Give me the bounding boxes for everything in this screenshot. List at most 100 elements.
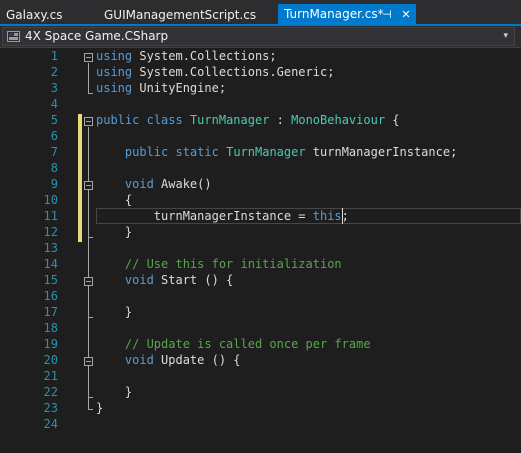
tab-label: GUIManagementScript.cs bbox=[104, 8, 257, 22]
line-number: 6 bbox=[50, 129, 58, 143]
unsaved-changes-margin bbox=[78, 114, 82, 242]
code-text: : bbox=[269, 113, 292, 127]
code-line: void Start () { bbox=[96, 272, 521, 288]
code-line: } bbox=[96, 304, 521, 320]
line-number: 20 bbox=[43, 353, 58, 367]
code-type-name: MonoBehaviour bbox=[291, 113, 386, 127]
outline-guide-end bbox=[88, 397, 93, 398]
line-number: 22 bbox=[43, 385, 58, 399]
code-line: } bbox=[96, 384, 521, 400]
collapse-class-icon[interactable] bbox=[84, 117, 93, 126]
code-text: } bbox=[96, 225, 133, 239]
code-line: // Update is called once per frame bbox=[96, 336, 521, 352]
line-number: 19 bbox=[43, 337, 58, 351]
code-text: UnityEngine; bbox=[132, 81, 227, 95]
line-number: 11 bbox=[43, 209, 58, 223]
collapse-start-icon[interactable] bbox=[84, 277, 93, 286]
line-number: 13 bbox=[43, 241, 58, 255]
line-number: 23 bbox=[43, 401, 58, 415]
code-line: } bbox=[96, 400, 521, 416]
project-name: 4X Space Game.CSharp bbox=[25, 29, 169, 43]
code-keyword: using bbox=[96, 81, 133, 95]
tab-label: Galaxy.cs bbox=[6, 8, 63, 22]
line-number-gutter: 1 2 3 4 5 6 7 8 9 10 11 12 13 14 15 16 17 18 19 20 21 22 23 24 bbox=[0, 48, 60, 453]
code-editor[interactable]: 1 2 3 4 5 6 7 8 9 10 11 12 13 14 15 16 17 18 19 20 21 22 23 24 … bbox=[0, 48, 521, 453]
line-number: 8 bbox=[50, 161, 58, 175]
code-text: } bbox=[96, 401, 104, 415]
line-number: 14 bbox=[43, 257, 58, 271]
line-number: 15 bbox=[43, 273, 58, 287]
tab-guimanagementscript-cs[interactable]: GUIManagementScript.cs bbox=[104, 5, 256, 26]
code-keyword: public bbox=[96, 113, 140, 127]
code-text: System.Collections.Generic; bbox=[132, 65, 335, 79]
tab-label: TurnManager.cs* bbox=[284, 7, 384, 21]
code-line: { bbox=[96, 192, 521, 208]
line-number: 4 bbox=[50, 97, 58, 111]
code-line: } bbox=[96, 224, 521, 240]
code-line: using System.Collections; bbox=[96, 48, 521, 64]
line-number: 1 bbox=[50, 49, 58, 63]
tab-galaxy-cs[interactable]: Galaxy.cs bbox=[6, 5, 63, 26]
outline-guide-end bbox=[88, 237, 93, 238]
code-comment: // Update is called once per frame bbox=[124, 337, 371, 351]
code-text: System.Collections; bbox=[132, 49, 277, 63]
code-type-name: TurnManager bbox=[226, 145, 306, 159]
code-line: void Update () { bbox=[96, 352, 521, 368]
code-keyword: void bbox=[124, 177, 154, 191]
code-type-name: TurnManager bbox=[189, 113, 270, 127]
collapse-update-icon[interactable] bbox=[84, 357, 93, 366]
collapse-awake-icon[interactable] bbox=[84, 181, 93, 190]
code-keyword: void bbox=[124, 273, 154, 287]
code-comment: // Use this for initialization bbox=[124, 257, 342, 271]
code-line: // Use this for initialization bbox=[96, 256, 521, 272]
collapse-using-block-icon[interactable] bbox=[84, 53, 93, 62]
outline-guide bbox=[88, 287, 89, 317]
line-number: 5 bbox=[50, 113, 58, 127]
pin-icon[interactable]: ⊣ bbox=[380, 4, 394, 26]
line-number: 17 bbox=[43, 305, 58, 319]
code-line: public class TurnManager : MonoBehaviour… bbox=[96, 112, 521, 128]
code-keyword: void bbox=[124, 353, 154, 367]
outline-guide bbox=[88, 63, 89, 93]
outline-guide bbox=[88, 191, 89, 237]
code-keyword: static bbox=[175, 145, 219, 159]
code-text: Awake() bbox=[153, 177, 212, 191]
code-text: } bbox=[96, 385, 133, 399]
code-line: void Awake() bbox=[96, 176, 521, 192]
line-number: 10 bbox=[43, 193, 58, 207]
document-tab-strip: Galaxy.cs GUIManagementScript.cs TurnMan… bbox=[0, 0, 521, 26]
close-icon[interactable]: ✕ bbox=[398, 4, 414, 26]
outline-guide-end bbox=[88, 93, 93, 94]
code-text: { bbox=[385, 113, 400, 127]
code-text: } bbox=[96, 305, 133, 319]
code-text: Update () { bbox=[153, 353, 241, 367]
code-line: public static TurnManager turnManagerIns… bbox=[96, 144, 521, 160]
code-text: { bbox=[96, 193, 133, 207]
code-line: using UnityEngine; bbox=[96, 80, 521, 96]
code-keyword: using bbox=[96, 49, 133, 63]
line-number: 3 bbox=[50, 81, 58, 95]
tab-turnmanager-cs[interactable]: TurnManager.cs* ⊣ ✕ bbox=[278, 4, 416, 26]
project-dropdown[interactable]: 4X Space Game.CSharp ▾ bbox=[2, 27, 515, 46]
outline-guide-end bbox=[88, 317, 93, 318]
csharp-project-icon bbox=[7, 31, 20, 42]
line-number: 9 bbox=[50, 177, 58, 191]
code-text: turnManagerInstance; bbox=[305, 145, 458, 159]
chevron-down-icon: ▾ bbox=[503, 31, 508, 41]
line-number: 2 bbox=[50, 65, 58, 79]
navigation-bar: 4X Space Game.CSharp ▾ bbox=[0, 26, 521, 48]
code-text: Start () { bbox=[153, 273, 234, 287]
line-number: 12 bbox=[43, 225, 58, 239]
code-keyword: class bbox=[146, 113, 183, 127]
outline-guide bbox=[88, 367, 89, 397]
